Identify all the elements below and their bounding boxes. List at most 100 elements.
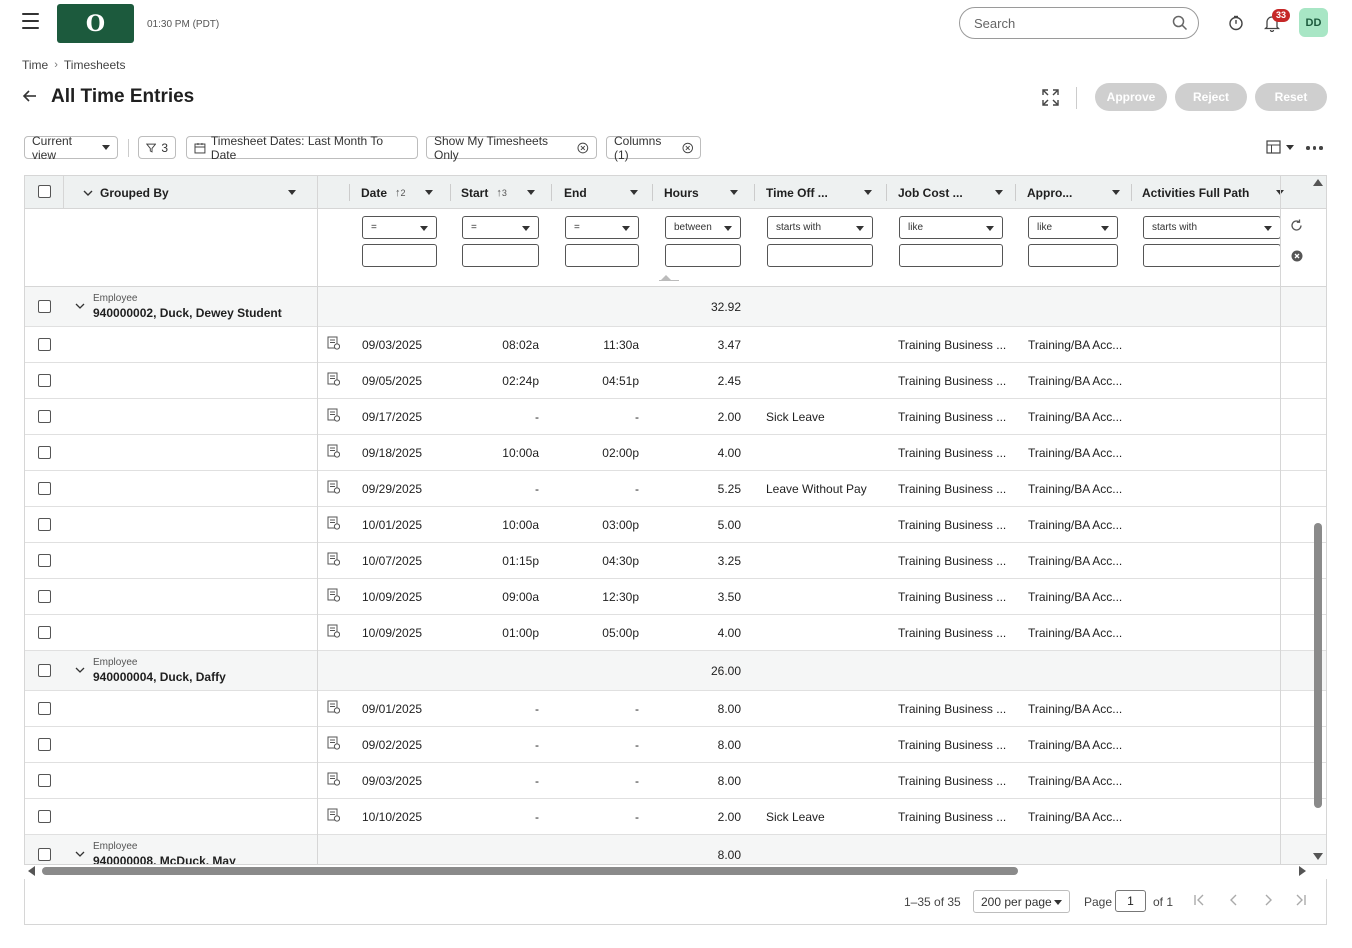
prev-page-icon[interactable] [1228,893,1240,911]
chip-columns[interactable]: Columns (1) [606,134,701,162]
chevron-down-icon[interactable] [75,848,85,862]
row-checkbox[interactable] [38,590,51,603]
scroll-right-icon[interactable] [1299,866,1306,876]
scroll-up-icon[interactable] [1313,179,1323,186]
caret-down-icon[interactable] [730,190,738,195]
reject-button[interactable]: Reject [1175,83,1247,111]
chevron-down-icon[interactable] [75,300,85,314]
row-checkbox[interactable] [38,300,51,313]
select-all-checkbox[interactable] [38,185,51,198]
timer-icon[interactable] [1226,13,1246,33]
per-page-dropdown[interactable]: 200 per page [973,890,1070,913]
row-checkbox[interactable] [38,338,51,351]
row-checkbox[interactable] [38,518,51,531]
row-checkbox[interactable] [38,664,51,677]
row-checkbox[interactable] [38,810,51,823]
column-date[interactable]: Date ↑ 2 [361,176,451,209]
column-approver[interactable]: Appro... [1027,176,1142,209]
layout-menu-button[interactable] [1266,140,1294,154]
close-circle-icon[interactable] [681,142,693,154]
vertical-scroll-thumb[interactable] [1314,523,1322,808]
time-off-filter-input[interactable] [767,244,873,267]
timesheet-details-icon[interactable] [327,408,341,422]
column-grouped-by[interactable]: Grouped By [83,176,313,209]
logo[interactable]: O [57,4,134,43]
timesheet-details-icon[interactable] [327,700,341,714]
timesheet-details-icon[interactable] [327,808,341,822]
search-input[interactable]: Search [959,7,1199,39]
refresh-icon[interactable] [1290,219,1303,237]
close-circle-icon[interactable] [577,142,589,154]
scroll-left-icon[interactable] [28,866,35,876]
timesheet-details-icon[interactable] [327,736,341,750]
caret-down-icon[interactable] [864,190,872,195]
column-job-cost[interactable]: Job Cost ... [898,176,1028,209]
row-checkbox[interactable] [38,774,51,787]
breadcrumb-time[interactable]: Time [22,58,48,72]
timesheet-details-icon[interactable] [327,336,341,350]
hours-filter-input[interactable] [665,244,741,267]
menu-icon[interactable] [22,13,39,29]
caret-down-icon[interactable] [288,190,296,195]
current-view-dropdown[interactable]: Current view [24,134,118,162]
more-options-icon[interactable] [1306,146,1323,150]
expand-icon[interactable] [1042,89,1059,111]
caret-down-icon[interactable] [995,190,1003,195]
job-cost-filter-input[interactable] [899,244,1003,267]
chip-show-my-timesheets[interactable]: Show My Timesheets Only [426,134,597,162]
job-cost-filter-operator[interactable]: like [899,216,1003,239]
row-checkbox[interactable] [38,374,51,387]
approve-button[interactable]: Approve [1095,83,1167,111]
horizontal-scroll-thumb[interactable] [42,867,1018,875]
timesheet-details-icon[interactable] [327,372,341,386]
end-filter-input[interactable] [565,244,639,267]
date-filter-operator[interactable]: = [362,216,437,239]
caret-down-icon[interactable] [1112,190,1120,195]
column-start[interactable]: Start ↑ 3 [461,176,551,209]
row-checkbox[interactable] [38,410,51,423]
chevron-down-icon[interactable] [75,664,85,678]
timesheet-details-icon[interactable] [327,588,341,602]
column-hours[interactable]: Hours [664,176,754,209]
timesheet-details-icon[interactable] [327,444,341,458]
activities-filter-input[interactable] [1143,244,1281,267]
avatar[interactable]: DD [1299,8,1328,37]
start-filter-operator[interactable]: = [462,216,539,239]
column-time-off[interactable]: Time Off ... [766,176,896,209]
scroll-down-icon[interactable] [1313,853,1323,860]
reset-button[interactable]: Reset [1255,83,1327,111]
row-checkbox[interactable] [38,738,51,751]
hours-filter-operator[interactable]: between [665,216,741,239]
timesheet-details-icon[interactable] [327,552,341,566]
first-page-icon[interactable] [1193,893,1207,911]
time-off-filter-operator[interactable]: starts with [767,216,873,239]
filter-count-button[interactable]: 3 [138,136,176,159]
horizontal-scrollbar[interactable] [25,865,1311,877]
back-arrow-icon[interactable] [22,88,38,109]
timesheet-details-icon[interactable] [327,772,341,786]
last-page-icon[interactable] [1293,893,1307,911]
row-checkbox[interactable] [38,482,51,495]
page-number-input[interactable]: 1 [1115,890,1146,912]
column-end[interactable]: End [564,176,654,209]
date-filter-input[interactable] [362,244,437,267]
row-checkbox[interactable] [38,554,51,567]
chip-timesheet-dates[interactable]: Timesheet Dates: Last Month To Date [186,134,418,162]
end-filter-operator[interactable]: = [565,216,639,239]
row-checkbox[interactable] [38,702,51,715]
timesheet-details-icon[interactable] [327,480,341,494]
next-page-icon[interactable] [1262,893,1274,911]
clear-filters-icon[interactable] [1291,249,1303,267]
caret-down-icon[interactable] [425,190,433,195]
column-activities[interactable]: Activities Full Path [1142,176,1284,209]
row-checkbox[interactable] [38,848,51,861]
breadcrumb-timesheets[interactable]: Timesheets [64,58,126,72]
start-filter-input[interactable] [462,244,539,267]
timesheet-details-icon[interactable] [327,624,341,638]
timesheet-details-icon[interactable] [327,516,341,530]
approver-filter-input[interactable] [1028,244,1118,267]
caret-down-icon[interactable] [527,190,535,195]
approver-filter-operator[interactable]: like [1028,216,1118,239]
vertical-scrollbar[interactable] [1311,177,1325,865]
row-checkbox[interactable] [38,446,51,459]
